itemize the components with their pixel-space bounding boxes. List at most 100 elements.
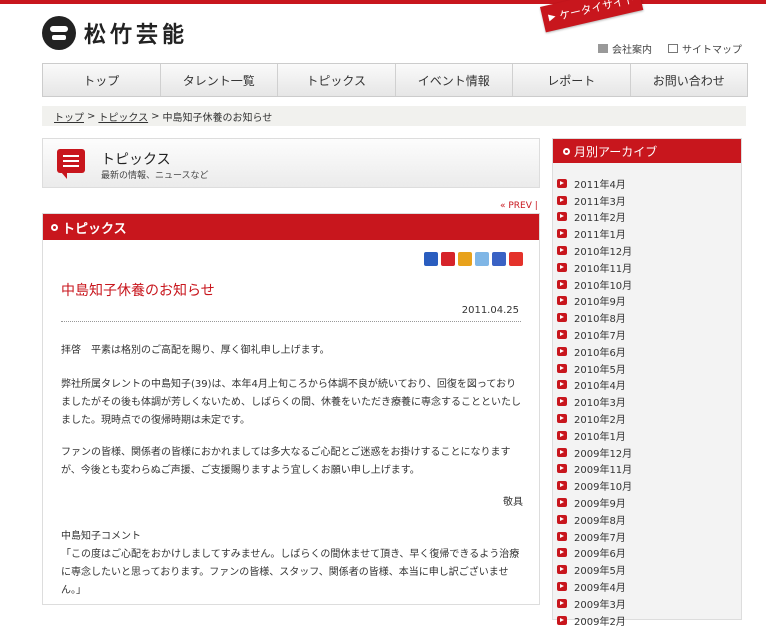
- breadcrumb-home[interactable]: トップ: [54, 109, 84, 124]
- archive-link[interactable]: 2010年5月: [557, 360, 632, 377]
- pookmark-icon[interactable]: [492, 252, 506, 266]
- archive-link-label: 2010年11月: [574, 263, 633, 275]
- archive-link[interactable]: 2011年1月: [557, 225, 632, 242]
- arrow-bullet-icon: [557, 397, 567, 407]
- sidebar-header: 月別アーカイブ: [553, 139, 741, 163]
- archive-link-label: 2009年8月: [574, 515, 626, 527]
- archive-link[interactable]: 2010年10月: [557, 276, 632, 293]
- archive-link[interactable]: 2010年2月: [557, 410, 632, 427]
- circle-bullet-icon: [51, 223, 58, 231]
- article-paragraph-3: ファンの皆様、関係者の皆様におかれましては多大なるご心配とご迷惑をお掛けすること…: [61, 447, 511, 476]
- nav-item-topics[interactable]: トピックス: [278, 64, 396, 96]
- archive-link[interactable]: 2010年9月: [557, 293, 632, 310]
- archive-link[interactable]: 2009年2月: [557, 612, 632, 629]
- arrow-bullet-icon: [557, 615, 567, 625]
- archive-link-label: 2011年3月: [574, 196, 626, 208]
- archive-link[interactable]: 2010年3月: [557, 393, 632, 410]
- archive-link[interactable]: 2009年8月: [557, 511, 632, 528]
- archive-link[interactable]: 2009年12月: [557, 444, 632, 461]
- comment-text: 「この度はご心配をおかけしましてすみません。しばらくの間休ませて頂き、早く復帰で…: [61, 549, 520, 596]
- utility-links: 会社案内 サイトマップ: [598, 41, 742, 56]
- sitemap-icon: [668, 44, 678, 53]
- archive-link-label: 2009年4月: [574, 583, 626, 595]
- breadcrumb: トップ > トピックス > 中島知子休養のお知らせ: [42, 106, 746, 126]
- archive-link[interactable]: 2009年5月: [557, 561, 632, 578]
- archive-link[interactable]: 2011年2月: [557, 209, 632, 226]
- article-title: 中島知子休養のお知らせ: [61, 283, 215, 299]
- main-nav: トップ タレント一覧 トピックス イベント情報 レポート お問い合わせ: [42, 63, 748, 97]
- newsing-icon[interactable]: [509, 252, 523, 266]
- archive-link-label: 2009年10月: [574, 482, 633, 494]
- arrow-bullet-icon: [557, 363, 567, 373]
- archive-link-label: 2009年9月: [574, 499, 626, 511]
- archive-link[interactable]: 2010年7月: [557, 326, 632, 343]
- arrow-bullet-icon: [557, 380, 567, 390]
- divider: [61, 321, 521, 322]
- hatena-bookmark-icon[interactable]: [424, 252, 438, 266]
- archive-link-label: 2009年6月: [574, 549, 626, 561]
- archive-link[interactable]: 2009年9月: [557, 494, 632, 511]
- breadcrumb-current: 中島知子休養のお知らせ: [162, 112, 273, 124]
- arrow-bullet-icon: [557, 598, 567, 608]
- archive-link-label: 2010年12月: [574, 247, 633, 259]
- arrow-bullet-icon: [557, 212, 567, 222]
- archive-link-label: 2009年5月: [574, 566, 626, 578]
- archive-link[interactable]: 2010年11月: [557, 259, 632, 276]
- panel-header: トピックス: [43, 214, 539, 240]
- sidebar-archive: 月別アーカイブ 2011年4月 2011年3月 2011年2月 2011年1月 2010…: [552, 138, 742, 628]
- sitemap-link[interactable]: サイトマップ: [668, 41, 742, 56]
- arrow-right-icon: ▶: [547, 11, 557, 24]
- arrow-bullet-icon: [557, 464, 567, 474]
- arrow-bullet-icon: [557, 346, 567, 356]
- archive-link[interactable]: 2010年8月: [557, 309, 632, 326]
- archive-link[interactable]: 2010年4月: [557, 377, 632, 394]
- nav-item-events[interactable]: イベント情報: [396, 64, 513, 96]
- mobile-site-label: ケータイサイト: [558, 0, 637, 23]
- nav-item-contact[interactable]: お問い合わせ: [631, 64, 748, 96]
- archive-link[interactable]: 2010年12月: [557, 242, 632, 259]
- archive-link[interactable]: 2009年10月: [557, 477, 632, 494]
- nav-item-report[interactable]: レポート: [513, 64, 631, 96]
- livedoor-clip-icon[interactable]: [458, 252, 472, 266]
- archive-link-label: 2010年6月: [574, 347, 626, 359]
- archive-link-label: 2011年1月: [574, 230, 626, 242]
- archive-link-label: 2010年1月: [574, 431, 626, 443]
- sidebar-title: 月別アーカイブ: [574, 144, 658, 159]
- arrow-bullet-icon: [557, 430, 567, 440]
- archive-link[interactable]: 2010年6月: [557, 343, 632, 360]
- archive-link[interactable]: 2009年4月: [557, 578, 632, 595]
- mobile-site-link[interactable]: ▶ ケータイサイト: [540, 0, 644, 33]
- archive-link[interactable]: 2009年6月: [557, 545, 632, 562]
- archive-link[interactable]: 2009年7月: [557, 528, 632, 545]
- arrow-bullet-icon: [557, 296, 567, 306]
- archive-link[interactable]: 2009年11月: [557, 461, 632, 478]
- panel-title: トピックス: [62, 221, 127, 237]
- nav-item-top[interactable]: トップ: [43, 64, 161, 96]
- prev-link[interactable]: « PREV |: [500, 201, 538, 211]
- archive-link[interactable]: 2010年1月: [557, 427, 632, 444]
- article-paragraph-2: 弊社所属タレントの中島知子(39)は、本年4月上旬ころから体調不良が続いており、…: [61, 379, 521, 426]
- arrow-bullet-icon: [557, 582, 567, 592]
- speech-bubble-icon: [57, 149, 85, 179]
- arrow-bullet-icon: [557, 514, 567, 524]
- site-logo[interactable]: 松竹芸能: [42, 16, 188, 50]
- company-link-label: 会社案内: [612, 45, 652, 56]
- archive-link-label: 2010年8月: [574, 314, 626, 326]
- top-accent-bar: [0, 0, 766, 4]
- archive-link-label: 2010年4月: [574, 381, 626, 393]
- company-link[interactable]: 会社案内: [598, 41, 652, 56]
- section-header: トピックス 最新の情報、ニュースなど: [42, 138, 540, 188]
- section-title: トピックス: [101, 152, 171, 168]
- nav-item-talents[interactable]: タレント一覧: [161, 64, 278, 96]
- article-paragraph-1: 拝啓 平素は格別のご高配を賜り、厚く御礼申し上げます。: [61, 345, 330, 356]
- arrow-bullet-icon: [557, 498, 567, 508]
- delicious-icon[interactable]: [441, 252, 455, 266]
- archive-link-label: 2010年2月: [574, 415, 626, 427]
- archive-link[interactable]: 2009年3月: [557, 595, 632, 612]
- breadcrumb-topics[interactable]: トピックス: [98, 109, 148, 124]
- archive-link-label: 2009年3月: [574, 599, 626, 611]
- archive-link[interactable]: 2011年4月: [557, 175, 632, 192]
- archive-link-label: 2010年10月: [574, 280, 633, 292]
- archive-link[interactable]: 2011年3月: [557, 192, 632, 209]
- buzzurl-icon[interactable]: [475, 252, 489, 266]
